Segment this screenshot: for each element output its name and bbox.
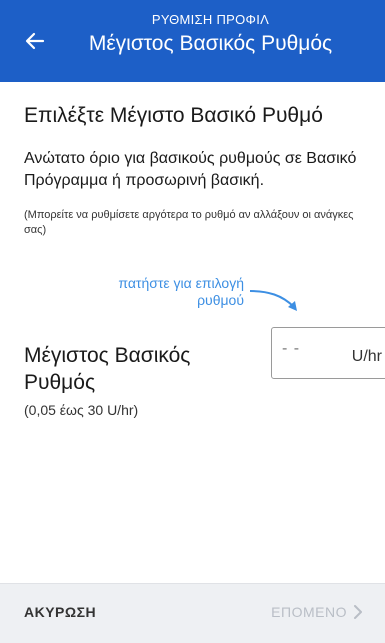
- footer-bar: ΑΚΥΡΩΣΗ ΕΠΟΜΕΝΟ: [0, 583, 385, 643]
- max-basal-rate-input[interactable]: - - U/hr: [271, 327, 385, 379]
- cancel-button[interactable]: ΑΚΥΡΩΣΗ: [24, 604, 96, 620]
- input-unit: U/hr: [351, 348, 382, 365]
- arrow-left-icon: [25, 32, 45, 50]
- tap-hint: πατήστε για επιλογή ρυθμού: [94, 275, 244, 309]
- description-text: Ανώτατο όριο για βασικούς ρυθμούς σε Βασ…: [24, 150, 357, 189]
- header-kicker: ΡΥΘΜΙΣΗ ΠΡΟΦΙΛ: [151, 12, 270, 27]
- tap-hint-line1: πατήστε για επιλογή: [118, 275, 244, 291]
- note-text: (Μπορείτε να ρυθμίσετε αργότερα το ρυθμό…: [24, 209, 354, 236]
- app-header: ΡΥΘΜΙΣΗ ΠΡΟΦΙΛ Μέγιστος Βασικός Ρυθμός: [0, 0, 385, 82]
- range-text: (0,05 έως 30 U/hr): [24, 402, 139, 418]
- back-button[interactable]: [22, 28, 48, 54]
- header-titles: ΡΥΘΜΙΣΗ ΠΡΟΦΙΛ Μέγιστος Βασικός Ρυθμός: [56, 12, 365, 58]
- chevron-right-icon: [354, 605, 362, 619]
- section-heading: Επιλέξτε Μέγιστο Βασικό Ρυθμό: [24, 104, 323, 127]
- input-value: - -: [282, 340, 301, 357]
- next-label: ΕΠΟΜΕΝΟ: [271, 604, 347, 620]
- page-title: Μέγιστος Βασικός Ρυθμός: [88, 32, 333, 55]
- curved-arrow-icon: [249, 290, 297, 311]
- next-button[interactable]: ΕΠΟΜΕΝΟ: [271, 604, 363, 620]
- tap-hint-line2: ρυθμού: [197, 292, 244, 308]
- max-basal-label: Μέγιστος Βασικός Ρυθμός: [24, 344, 191, 394]
